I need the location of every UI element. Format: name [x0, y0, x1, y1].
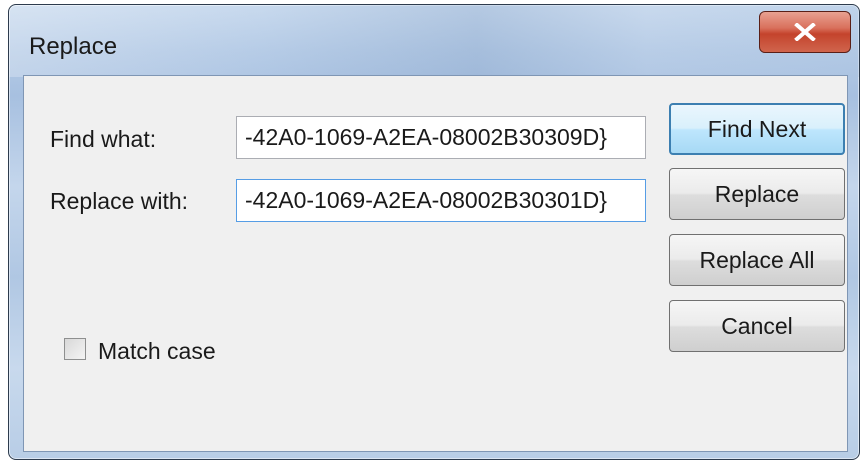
find-what-label: Find what: — [50, 126, 157, 152]
find-next-button[interactable]: Find Next — [669, 103, 845, 155]
title-bar[interactable]: Replace — [9, 5, 859, 77]
replace-button[interactable]: Replace — [669, 168, 845, 220]
replace-with-input[interactable]: -42A0-1069-A2EA-08002B30301D} — [236, 179, 646, 222]
replace-with-value: -42A0-1069-A2EA-08002B30301D} — [245, 187, 607, 213]
close-button[interactable] — [759, 11, 851, 53]
match-case-checkbox[interactable] — [64, 338, 86, 360]
replace-all-button[interactable]: Replace All — [669, 234, 845, 286]
replace-with-label: Replace with: — [50, 188, 189, 214]
find-what-value: -42A0-1069-A2EA-08002B30309D} — [245, 124, 607, 150]
match-case-label[interactable]: Match case — [98, 338, 216, 365]
replace-dialog: Replace Find what: -42A0-1069-A2EA-08002… — [8, 4, 860, 460]
close-icon — [794, 23, 816, 41]
dialog-body: Find what: -42A0-1069-A2EA-08002B30309D}… — [23, 75, 848, 452]
find-what-input[interactable]: -42A0-1069-A2EA-08002B30309D} — [236, 116, 646, 159]
window-title: Replace — [29, 33, 118, 60]
cancel-button[interactable]: Cancel — [669, 300, 845, 352]
